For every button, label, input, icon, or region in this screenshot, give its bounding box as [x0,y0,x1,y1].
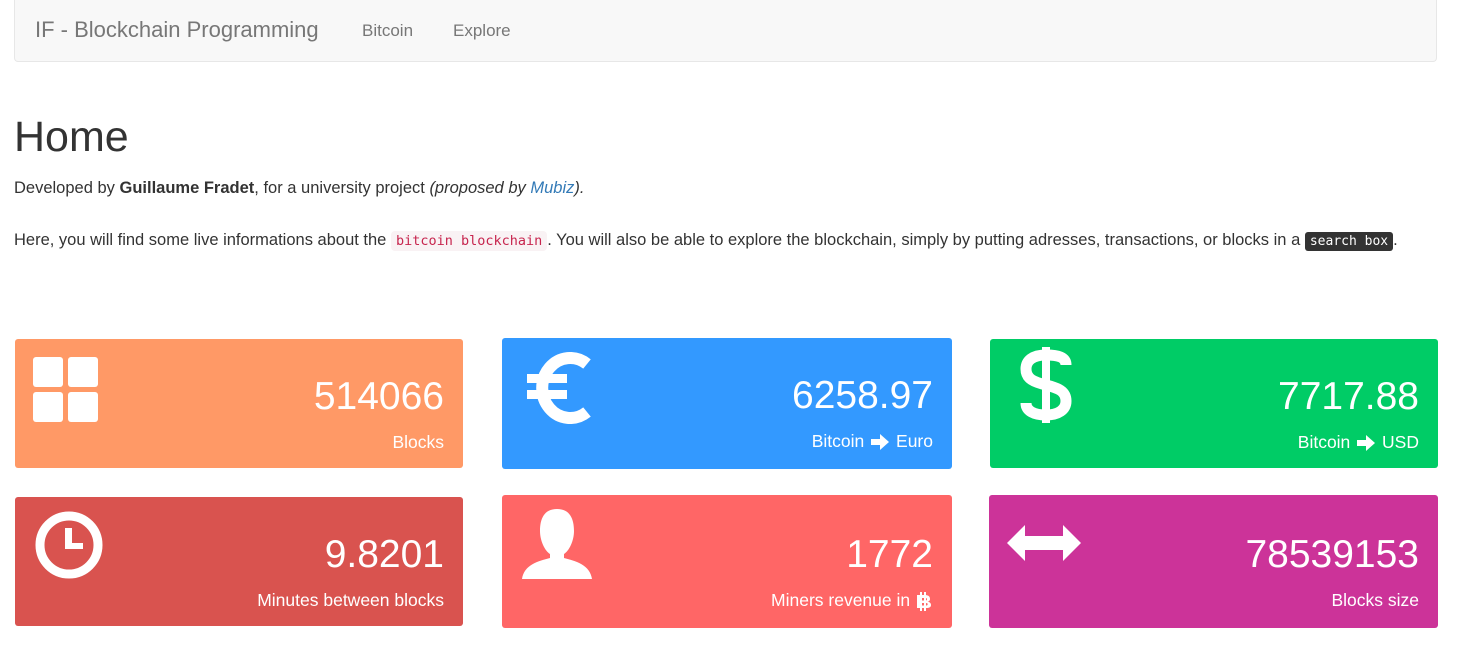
arrow-right-icon [871,434,890,451]
tile-miners-revenue: 1772 Miners revenue in [502,495,952,628]
tile-value: 6258.97 [792,374,933,417]
label-to: USD [1382,432,1419,452]
author-name: Guillaume Fradet [119,179,255,197]
tile-label: Bitcoin Euro [812,430,933,452]
navbar: IF - Blockchain Programming Bitcoin Expl… [14,0,1437,62]
arrows-horizontal-icon [1007,525,1081,566]
proposed-prefix: (proposed by [429,179,531,197]
description-part1: Here, you will find some live informatio… [14,231,391,249]
proposed-suffix: ). [574,179,585,197]
dollar-icon [1020,347,1072,428]
nav-link-explore[interactable]: Explore [453,21,511,41]
tile-bitcoin-euro: 6258.97 Bitcoin Euro [502,338,952,469]
user-icon [520,507,594,586]
intro-text: Developed by Guillaume Fradet, for a uni… [14,177,584,199]
tile-label: Minutes between blocks [257,590,444,610]
tile-label: Blocks [392,432,444,452]
tile-value: 78539153 [1245,533,1419,576]
label-from: Bitcoin [811,431,865,451]
tile-blocks-size: 78539153 Blocks size [989,495,1438,628]
code-bitcoin-blockchain: bitcoin blockchain [390,231,548,251]
label-to: Euro [896,431,933,451]
label-text: Miners revenue in [771,590,911,610]
kbd-search-box: search box [1304,232,1394,251]
page-title: Home [14,113,129,161]
tile-value: 7717.88 [1278,375,1419,418]
tile-label: Blocks size [1331,590,1419,610]
tile-value: 9.8201 [324,533,444,576]
description-part3: . [1393,231,1398,249]
navbar-brand[interactable]: IF - Blockchain Programming [35,17,319,43]
tile-label: Bitcoin USD [1298,431,1419,453]
intro-prefix: Developed by [14,179,120,197]
tile-blocks: 514066 Blocks [15,339,463,468]
euro-icon [527,352,593,429]
proposer-link[interactable]: Mubiz [530,179,574,197]
description-part2: . You will also be able to explore the b… [547,231,1305,249]
tile-minutes-between-blocks: 9.8201 Minutes between blocks [15,497,463,626]
bitcoin-icon [917,591,931,611]
intro-middle: , for a university project [254,179,430,197]
tile-bitcoin-usd: 7717.88 Bitcoin USD [990,339,1438,468]
tile-value: 514066 [313,375,444,418]
grid-icon [33,357,99,428]
description-text: Here, you will find some live informatio… [14,227,1438,255]
nav-link-bitcoin[interactable]: Bitcoin [362,21,413,41]
clock-icon [35,511,103,584]
tile-value: 1772 [846,533,933,576]
arrow-right-icon [1357,435,1376,452]
tile-label: Miners revenue in [771,589,933,611]
label-from: Bitcoin [1297,432,1351,452]
